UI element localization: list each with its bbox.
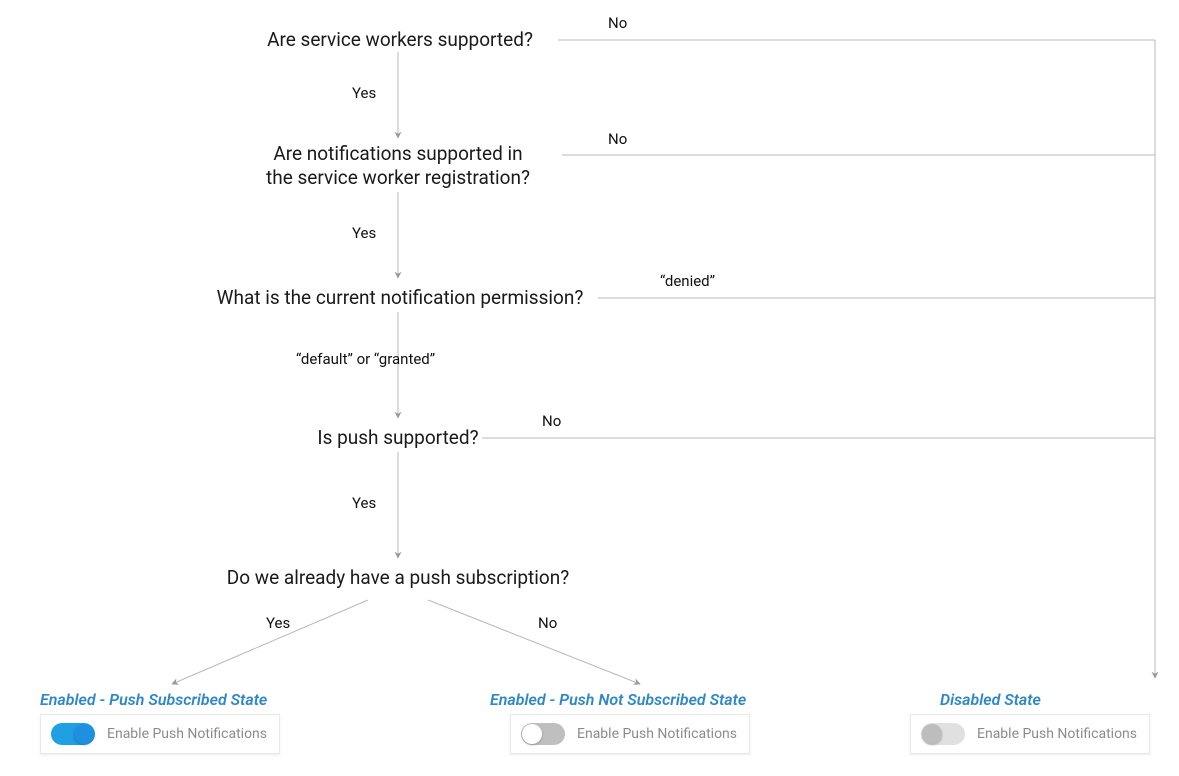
edge-label-yes: Yes — [352, 494, 376, 512]
decision-push-supported: Is push supported? — [310, 426, 486, 450]
decision-notifications-supported: Are notifications supported in the servi… — [238, 142, 558, 190]
toggle-disabled-icon — [921, 723, 965, 745]
edge-label-no: No — [608, 130, 627, 148]
state-card-disabled: Enable Push Notifications — [910, 714, 1150, 754]
state-title-subscribed: Enabled - Push Subscribed State — [40, 690, 267, 709]
state-card-subscribed: Enable Push Notifications — [40, 714, 280, 754]
state-title-not-subscribed: Enabled - Push Not Subscribed State — [490, 690, 746, 709]
state-title-disabled: Disabled State — [940, 690, 1041, 709]
toggle-label: Enable Push Notifications — [577, 726, 737, 742]
edge-label-yes: Yes — [266, 614, 290, 632]
state-card-not-subscribed: Enable Push Notifications — [510, 714, 750, 754]
edge-label-yes: Yes — [352, 84, 376, 102]
decision-permission: What is the current notification permiss… — [200, 286, 600, 310]
edge-label-denied: “denied” — [660, 272, 715, 290]
flowchart-connectors — [0, 0, 1179, 776]
edge-label-no: No — [538, 614, 557, 632]
toggle-on-icon — [51, 723, 95, 745]
decision-have-subscription: Do we already have a push subscription? — [218, 566, 578, 590]
text-line: the service worker registration? — [266, 166, 530, 189]
toggle-label: Enable Push Notifications — [107, 726, 267, 742]
edge-label-default-granted: “default” or “granted” — [296, 350, 435, 368]
edge-label-no: No — [608, 14, 627, 32]
toggle-off-icon — [521, 723, 565, 745]
edge-label-no: No — [542, 412, 561, 430]
toggle-label: Enable Push Notifications — [977, 726, 1137, 742]
text-line: Are notifications supported in — [273, 142, 522, 165]
decision-service-workers: Are service workers supported? — [240, 28, 560, 52]
edge-label-yes: Yes — [352, 224, 376, 242]
